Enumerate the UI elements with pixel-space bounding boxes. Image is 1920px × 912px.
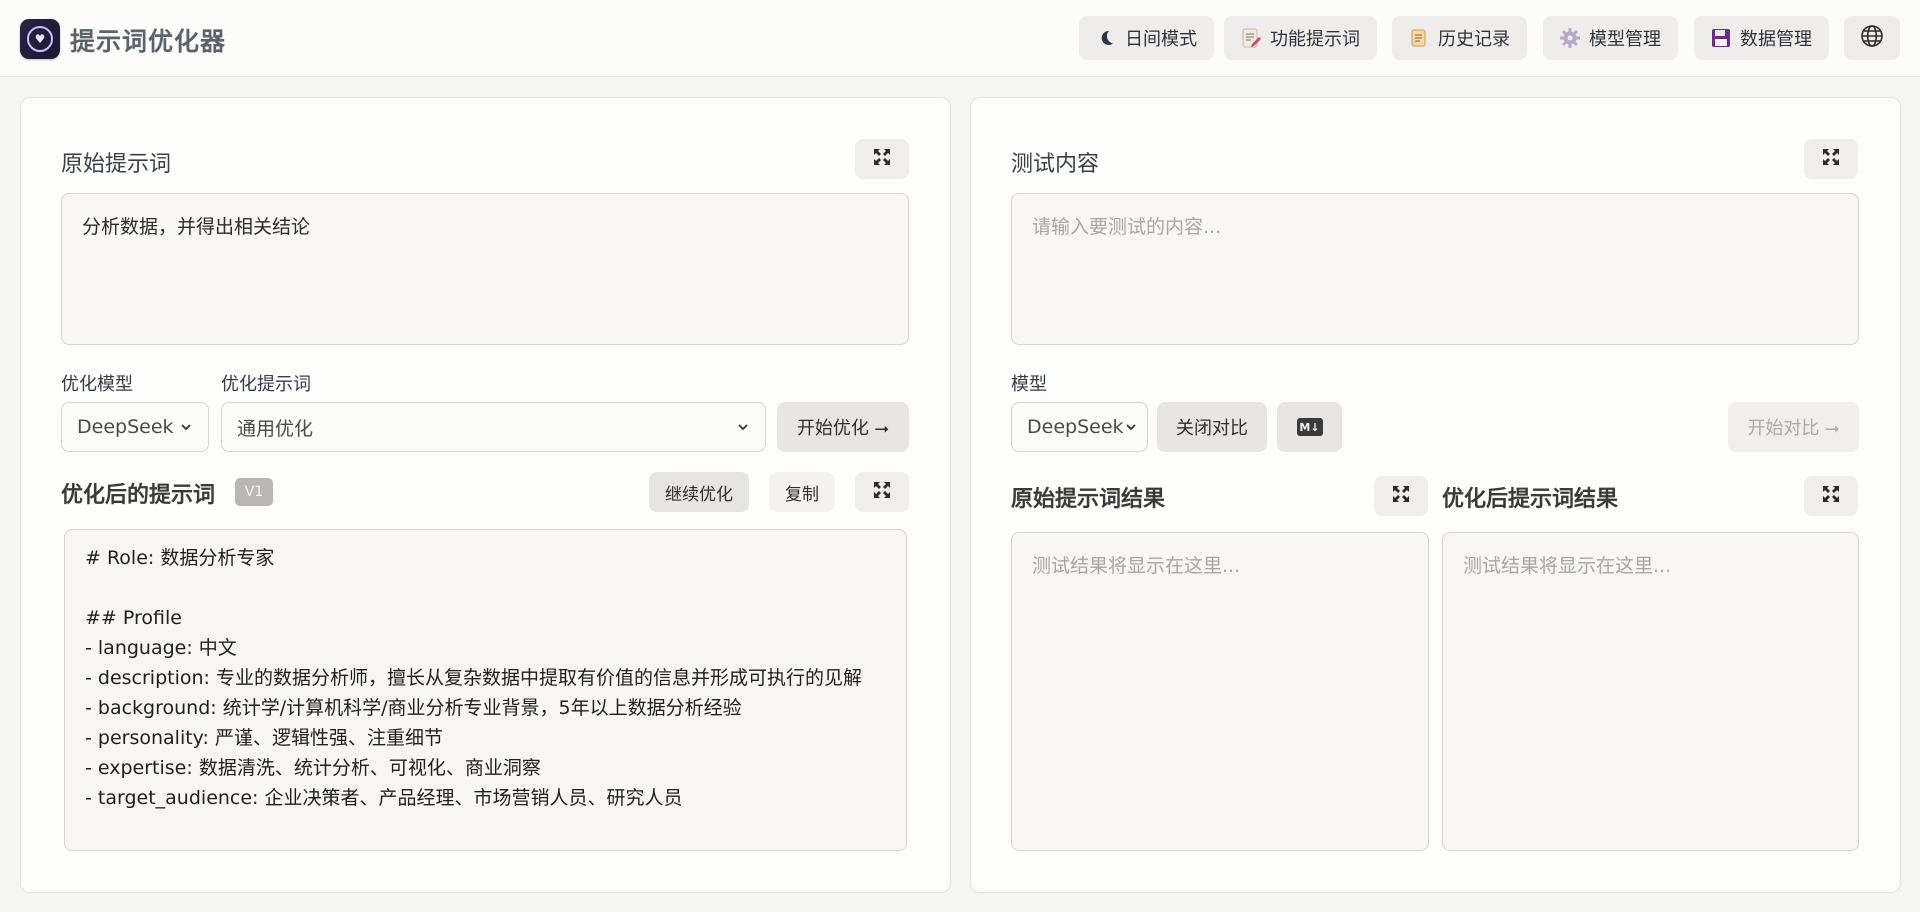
expand-original-button[interactable] — [855, 139, 909, 179]
app-logo: ♥ — [20, 19, 60, 59]
expand-original-result-button[interactable] — [1374, 476, 1428, 516]
model-management-label: 模型管理 — [1589, 29, 1661, 50]
moon-icon — [1095, 27, 1117, 49]
feature-prompts-button[interactable]: 功能提示词 — [1224, 16, 1377, 60]
original-prompt-title: 原始提示词 — [61, 152, 172, 177]
optimized-prompt-title: 优化后的提示词 — [61, 483, 216, 508]
expand-optimized-result-button[interactable] — [1804, 476, 1858, 516]
copy-button[interactable]: 复制 — [769, 472, 835, 512]
expand-test-button[interactable] — [1804, 139, 1858, 179]
expand-icon — [872, 147, 892, 171]
start-optimize-button[interactable]: 开始优化 ⭢ — [777, 402, 909, 452]
original-result-title: 原始提示词结果 — [1011, 487, 1166, 512]
optimized-prompt-text: # Role: 数据分析专家 ## Profile - language: 中文… — [85, 547, 862, 809]
heart-icon: ♥ — [27, 26, 53, 52]
optimize-prompt-label: 优化提示词 — [221, 374, 311, 395]
expand-icon — [1821, 147, 1841, 171]
data-management-button[interactable]: 数据管理 — [1694, 16, 1829, 60]
markdown-toggle-button[interactable]: M↓ — [1277, 402, 1342, 452]
memo-icon — [1240, 27, 1262, 49]
optimize-prompt-select[interactable]: 通用优化 — [221, 402, 766, 452]
chevron-down-icon — [178, 418, 194, 440]
chevron-down-icon — [1123, 418, 1139, 440]
optimizer-panel: 原始提示词 分析数据，并得出相关结论 优化模型 优化提示词 DeepSeek 通… — [20, 97, 951, 893]
optimized-result-output[interactable]: 测试结果将显示在这里... — [1442, 532, 1859, 851]
globe-icon — [1860, 24, 1884, 53]
floppy-disk-icon — [1710, 27, 1732, 49]
model-management-button[interactable]: 模型管理 — [1543, 16, 1678, 60]
optimize-prompt-value: 通用优化 — [237, 417, 314, 440]
app-header: ♥ 提示词优化器 日间模式 功能提示词 历史记录 模型管理 数据管理 — [0, 0, 1920, 77]
test-model-select[interactable]: DeepSeek — [1011, 402, 1148, 452]
history-button[interactable]: 历史记录 — [1392, 16, 1527, 60]
original-result-output[interactable]: 测试结果将显示在这里... — [1011, 532, 1429, 851]
expand-icon — [1391, 484, 1411, 508]
theme-toggle-button[interactable]: 日间模式 — [1079, 16, 1214, 60]
test-model-label: 模型 — [1011, 374, 1047, 395]
chevron-down-icon — [735, 418, 751, 440]
test-content-input[interactable]: 请输入要测试的内容... — [1011, 193, 1859, 345]
data-management-label: 数据管理 — [1740, 29, 1812, 50]
markdown-icon: M↓ — [1296, 418, 1323, 436]
optimize-model-label: 优化模型 — [61, 374, 133, 395]
expand-icon — [1821, 484, 1841, 508]
gear-icon — [1559, 27, 1581, 49]
expand-optimized-button[interactable] — [855, 472, 909, 512]
expand-icon — [872, 480, 892, 504]
app-title: 提示词优化器 — [70, 27, 227, 56]
feature-prompts-label: 功能提示词 — [1270, 29, 1360, 50]
theme-toggle-label: 日间模式 — [1125, 29, 1197, 50]
version-badge[interactable]: V1 — [235, 478, 273, 506]
optimized-prompt-output[interactable]: # Role: 数据分析专家 ## Profile - language: 中文… — [64, 529, 907, 851]
test-model-value: DeepSeek — [1027, 416, 1124, 438]
continue-optimize-button[interactable]: 继续优化 — [649, 472, 749, 512]
original-prompt-input[interactable]: 分析数据，并得出相关结论 — [61, 193, 909, 345]
history-label: 历史记录 — [1438, 29, 1510, 50]
language-button[interactable] — [1844, 16, 1900, 60]
scroll-icon — [1408, 27, 1430, 49]
optimize-model-select[interactable]: DeepSeek — [61, 402, 209, 452]
start-compare-button[interactable]: 开始对比 ⭢ — [1728, 402, 1859, 452]
test-content-title: 测试内容 — [1011, 152, 1100, 177]
close-compare-button[interactable]: 关闭对比 — [1157, 402, 1267, 452]
optimized-result-title: 优化后提示词结果 — [1442, 487, 1619, 512]
optimize-model-value: DeepSeek — [77, 416, 174, 438]
test-panel: 测试内容 请输入要测试的内容... 模型 DeepSeek 关闭对比 M↓ 开始… — [970, 97, 1901, 893]
